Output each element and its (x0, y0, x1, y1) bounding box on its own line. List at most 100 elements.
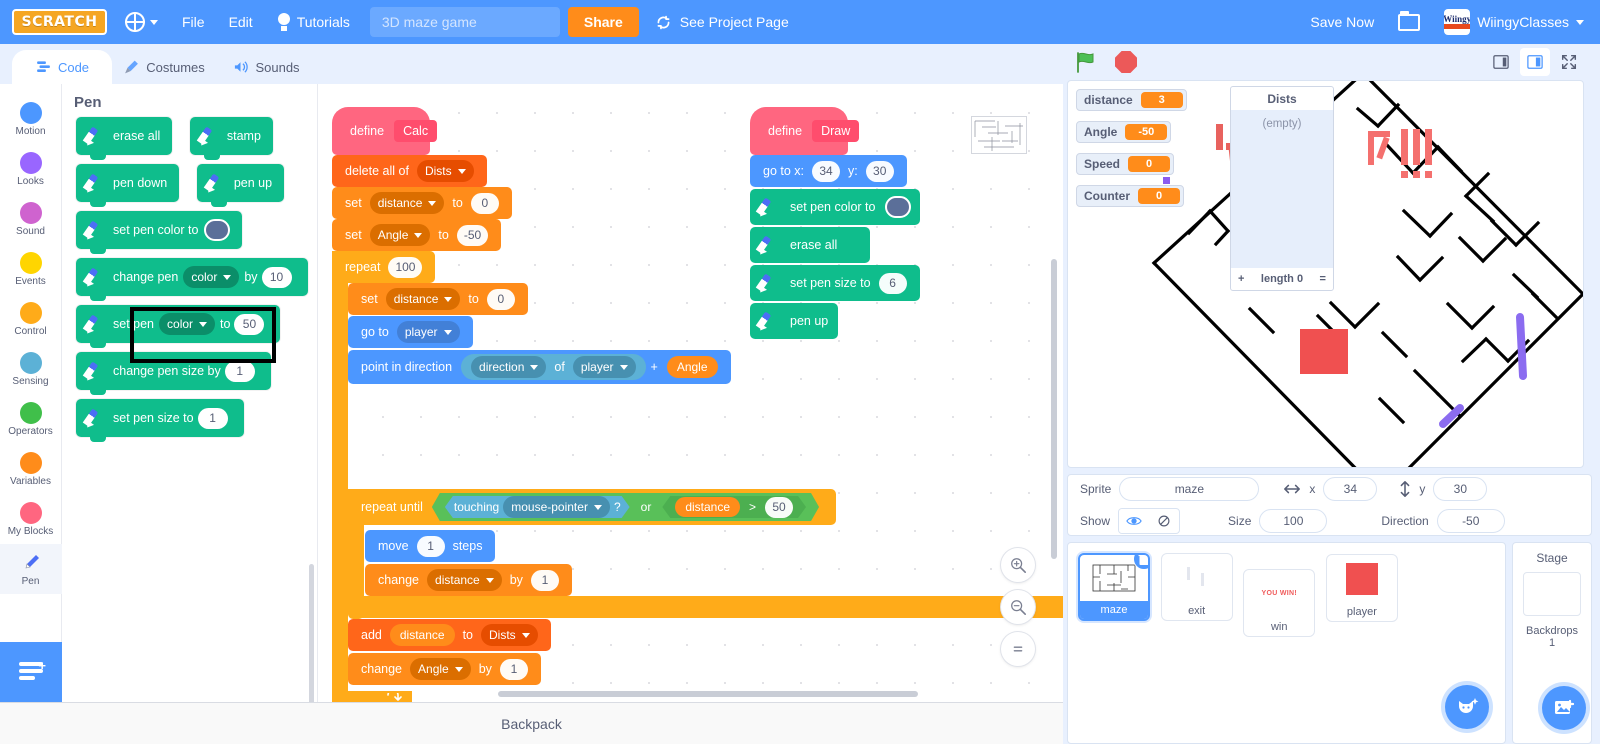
monitor-angle[interactable]: Angle -50 (1076, 121, 1172, 143)
reporter-distance[interactable]: distance (389, 624, 455, 646)
monitor-speed[interactable]: Speed 0 (1076, 153, 1175, 175)
set-distance-inner-input[interactable]: 0 (486, 288, 515, 310)
go-to-target-dropdown[interactable]: player (396, 321, 460, 343)
change-pen-value-input[interactable]: 10 (261, 266, 292, 288)
boolean-touching-mouse-pointer[interactable]: touching mouse-pointer ? (445, 496, 630, 518)
block-point-in-direction[interactable]: point in direction direction of player + (348, 350, 731, 384)
palette-scrollbar[interactable] (309, 564, 314, 702)
reporter-direction-of-player[interactable]: direction of player (461, 354, 646, 380)
block-change-angle-by-1[interactable]: change Angle by 1 (348, 653, 541, 685)
palette-block-change-pen-size-by[interactable]: change pen size by 1 (76, 352, 271, 395)
set-pen-size-input[interactable]: 6 (878, 272, 907, 294)
workspace-horizontal-scrollbar[interactable] (498, 691, 918, 697)
tab-sounds[interactable]: Sounds (216, 50, 316, 84)
dists-dropdown[interactable]: Dists (481, 624, 538, 646)
sprite-x-input[interactable]: 34 (1323, 476, 1378, 501)
sprite-name-input[interactable]: maze (1119, 476, 1260, 501)
workspace-vertical-scrollbar[interactable] (1051, 259, 1057, 559)
menu-tutorials[interactable]: Tutorials (265, 0, 362, 44)
sprite-tile-win[interactable]: YOU WIN! win (1243, 568, 1316, 637)
show-off-button[interactable] (1149, 509, 1179, 533)
category-sensing[interactable]: Sensing (0, 344, 62, 394)
list-resize-handle[interactable]: = (1320, 273, 1326, 285)
distance-variable-dropdown[interactable]: distance (385, 288, 461, 310)
category-events[interactable]: Events (0, 244, 62, 294)
repeat-count-input[interactable]: 100 (388, 256, 423, 278)
palette-block-set-pen-color-to[interactable]: set pen color to (76, 211, 243, 254)
custom-block-calc[interactable]: Calc (394, 120, 438, 142)
block-delete-all-of-dists[interactable]: delete all of Dists (332, 155, 487, 187)
share-button[interactable]: Share (567, 7, 639, 37)
project-title-input[interactable]: 3D maze game (369, 7, 560, 37)
block-go-to-player[interactable]: go to player (348, 316, 473, 348)
palette-block-stamp[interactable]: stamp (189, 117, 273, 160)
sprite-tile-maze[interactable]: maze (1078, 553, 1150, 621)
angle-variable-dropdown[interactable]: Angle (410, 658, 471, 680)
zoom-in-button[interactable] (1001, 548, 1035, 582)
category-motion[interactable]: Motion (0, 94, 62, 144)
large-stage-button[interactable] (1520, 48, 1550, 76)
move-steps-input[interactable]: 1 (416, 535, 445, 557)
reporter-angle[interactable]: Angle (666, 356, 718, 378)
sprite-size-input[interactable]: 100 (1259, 508, 1328, 533)
set-pen-param-dropdown[interactable]: color (159, 313, 216, 335)
reporter-distance[interactable]: distance (675, 497, 740, 517)
menu-file[interactable]: File (170, 0, 217, 44)
category-looks[interactable]: Looks (0, 144, 62, 194)
stage-selector[interactable]: Stage Backdrops 1 (1512, 542, 1592, 744)
boolean-greater-than[interactable]: distance > 50 (662, 496, 806, 518)
color-swatch-icon[interactable] (204, 219, 231, 241)
block-set-distance-0-inner[interactable]: set distance to 0 (348, 283, 528, 315)
boolean-or[interactable]: touching mouse-pointer ? or distance > 5… (432, 493, 819, 521)
go-to-y-input[interactable]: 30 (865, 160, 894, 182)
go-to-x-input[interactable]: 34 (812, 160, 840, 182)
block-erase-all[interactable]: erase all (750, 227, 870, 263)
block-repeat-100[interactable]: repeat 100 (332, 251, 436, 283)
sprite-list[interactable]: maze exit YOU WIN! win player (1067, 542, 1506, 744)
sprite-y-input[interactable]: 30 (1433, 476, 1488, 501)
block-workspace[interactable]: define Calc delete all of Dists set dist… (318, 84, 1063, 702)
angle-variable-dropdown[interactable]: Angle (369, 224, 431, 246)
monitor-distance[interactable]: distance 3 (1076, 89, 1187, 111)
block-set-angle-minus50[interactable]: set Angle to -50 (332, 219, 502, 251)
palette-block-erase-all[interactable]: erase all (76, 117, 173, 160)
block-move-steps[interactable]: move 1 steps (365, 530, 496, 562)
account-menu[interactable]: Wiingy WiingyClasses (1432, 0, 1588, 44)
tab-code[interactable]: Code (12, 50, 112, 84)
stop-button[interactable] (1115, 51, 1137, 73)
stage[interactable]: distance 3 Angle -50 Speed 0 Counter 0 D… (1067, 80, 1584, 468)
color-swatch-icon[interactable] (885, 196, 912, 218)
set-pen-value-input[interactable]: 50 (234, 313, 265, 335)
greater-than-value-input[interactable]: 50 (765, 497, 793, 518)
category-control[interactable]: Control (0, 294, 62, 344)
change-angle-value-input[interactable]: 1 (499, 658, 528, 680)
palette-block-pen-up[interactable]: pen up (196, 164, 285, 207)
block-repeat-until[interactable]: repeat until touching mouse-pointer ? or (348, 489, 837, 525)
zoom-reset-button[interactable] (1001, 632, 1035, 666)
block-set-pen-color-to[interactable]: set pen color to (750, 189, 921, 225)
distance-variable-dropdown[interactable]: distance (427, 569, 502, 591)
palette-block-set-pen-to[interactable]: set pen color to 50 (76, 305, 281, 348)
category-sound[interactable]: Sound (0, 194, 62, 244)
category-variables[interactable]: Variables (0, 444, 62, 494)
touching-target-dropdown[interactable]: mouse-pointer (503, 496, 610, 518)
block-set-distance-0[interactable]: set distance to 0 (332, 187, 512, 219)
green-flag-button[interactable] (1075, 51, 1099, 73)
list-monitor-dists[interactable]: Dists (empty) + length 0 = (1230, 86, 1334, 291)
category-pen[interactable]: Pen (0, 544, 62, 594)
zoom-out-button[interactable] (1001, 590, 1035, 624)
palette-block-change-pen-by[interactable]: change pen color by 10 (76, 258, 308, 301)
set-pen-size-input[interactable]: 1 (197, 407, 228, 429)
change-distance-value-input[interactable]: 1 (530, 569, 559, 591)
block-pen-up[interactable]: pen up (750, 303, 838, 339)
distance-variable-dropdown[interactable]: distance (369, 192, 445, 214)
palette-block-pen-down[interactable]: pen down (76, 164, 180, 207)
add-sprite-button[interactable] (1445, 685, 1489, 729)
dists-dropdown[interactable]: Dists (416, 160, 474, 182)
scratch-logo[interactable]: SCRATCH (12, 9, 107, 35)
block-add-distance-to-dists[interactable]: add distance to Dists (348, 619, 551, 651)
direction-property-dropdown[interactable]: direction (471, 356, 547, 378)
show-toggle[interactable] (1118, 507, 1181, 534)
menu-edit[interactable]: Edit (217, 0, 265, 44)
my-stuff-button[interactable] (1386, 0, 1432, 44)
